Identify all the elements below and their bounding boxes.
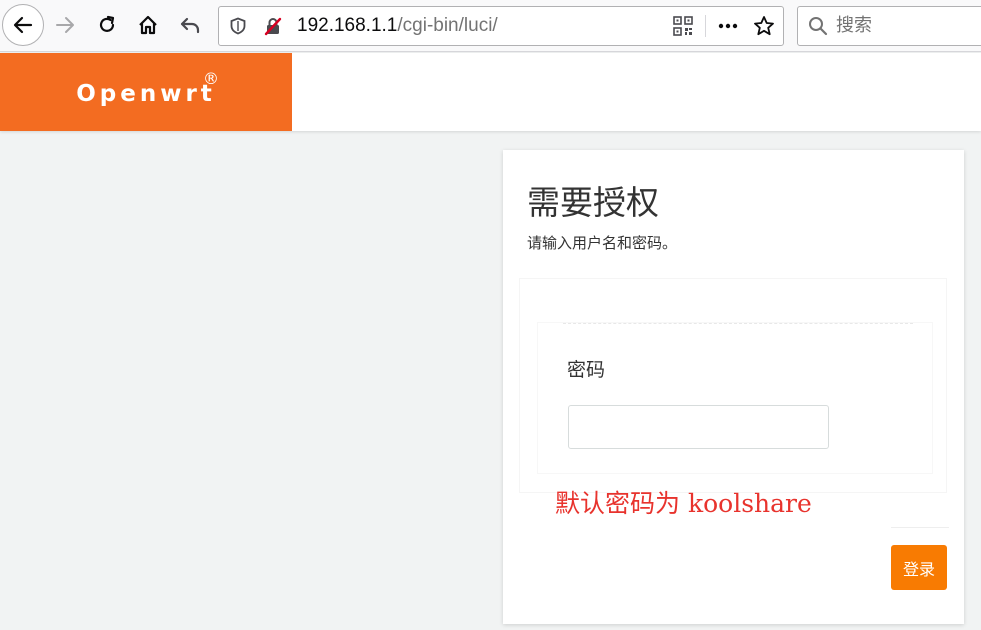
- default-password-annotation: 默认密码为 koolshare: [555, 489, 812, 518]
- home-icon: [139, 15, 157, 35]
- field-separator: [563, 323, 913, 324]
- more-actions-icon[interactable]: [717, 17, 739, 35]
- browser-toolbar: 192.168.1.1/cgi-bin/luci/ 搜索: [0, 0, 981, 52]
- url-divider: [705, 15, 706, 37]
- address-bar[interactable]: 192.168.1.1/cgi-bin/luci/: [218, 6, 784, 46]
- shield-icon: [230, 17, 246, 35]
- arrow-left-icon: [13, 16, 33, 34]
- site-header: Openwrt ®: [0, 53, 981, 131]
- arrow-right-icon: [56, 17, 74, 33]
- actions-separator: [891, 527, 949, 528]
- reload-button[interactable]: [88, 6, 126, 44]
- password-label: 密码: [567, 359, 606, 381]
- url-text[interactable]: 192.168.1.1/cgi-bin/luci/: [297, 7, 498, 45]
- login-description: 请输入用户名和密码。: [527, 234, 678, 252]
- brand-name: Openwrt: [76, 81, 216, 107]
- url-host: 192.168.1.1: [297, 15, 398, 36]
- search-bar[interactable]: 搜索: [797, 6, 981, 46]
- brand-logo[interactable]: Openwrt ®: [0, 53, 292, 131]
- reload-icon: [99, 15, 115, 32]
- search-icon: [809, 17, 828, 36]
- forward-button[interactable]: [46, 6, 84, 44]
- insecure-lock-icon: [264, 17, 282, 36]
- undo-arrow-icon: [180, 17, 200, 34]
- home-button[interactable]: [129, 6, 167, 44]
- registered-mark: ®: [203, 69, 219, 88]
- login-card: 需要授权 请输入用户名和密码。 密码 默认密码为 koolshare 登录: [503, 150, 964, 624]
- undo-close-button[interactable]: [171, 6, 209, 44]
- login-button[interactable]: 登录: [891, 545, 947, 590]
- bookmark-star-icon[interactable]: [753, 15, 775, 37]
- qr-code-icon[interactable]: [673, 16, 693, 36]
- password-input[interactable]: [568, 405, 829, 449]
- url-path: /cgi-bin/luci/: [397, 15, 498, 36]
- page-title: 需要授权: [527, 183, 659, 222]
- login-fieldset-inner: [537, 322, 933, 474]
- search-placeholder: 搜索: [836, 15, 872, 36]
- back-button[interactable]: [2, 4, 44, 46]
